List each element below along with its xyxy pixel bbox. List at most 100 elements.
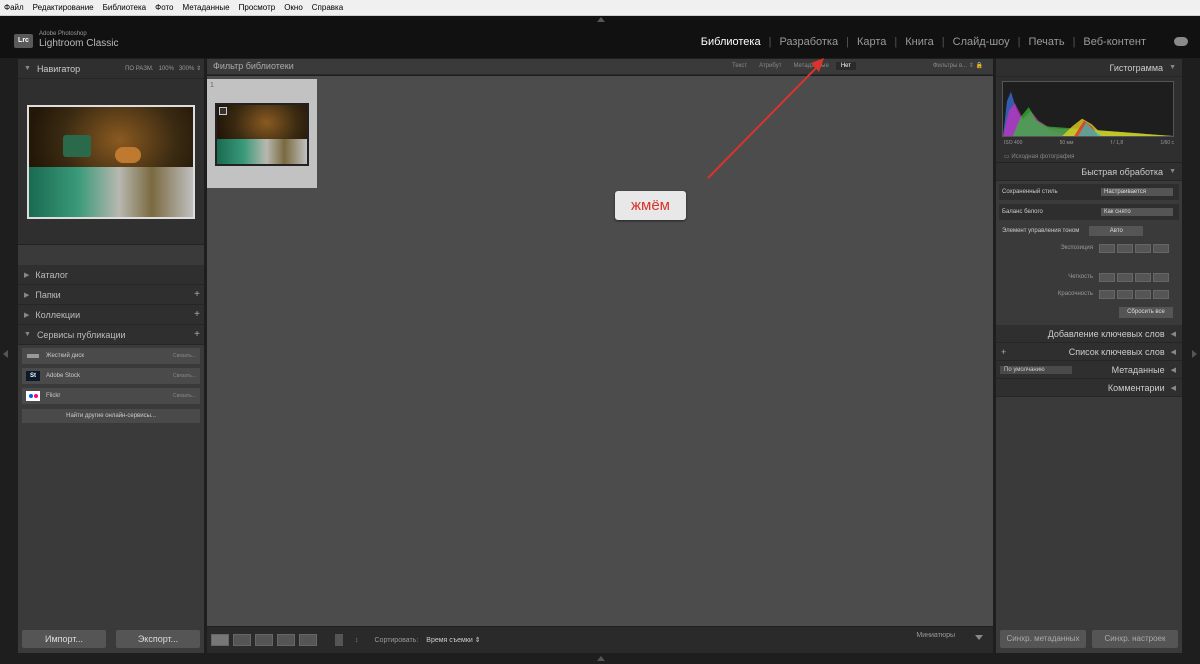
filter-tab-none[interactable]: Нет [835,62,857,70]
survey-view-icon[interactable] [277,634,295,646]
folders-header[interactable]: ▶ Папки + [18,285,204,305]
cell-index: 1 [210,82,214,89]
painter-icon[interactable] [335,634,343,646]
clarity-inc-large[interactable] [1153,272,1169,282]
menu-view[interactable]: Просмотр [235,3,281,12]
clarity-dec-large[interactable] [1099,272,1115,282]
export-button[interactable]: Экспорт... [116,630,200,648]
reset-all-button[interactable]: Сбросить все [1119,307,1173,318]
navigator-preview[interactable] [18,79,204,245]
clarity-inc[interactable] [1135,272,1151,282]
quick-develop-header[interactable]: Быстрая обработка ▼ [996,163,1182,181]
service-setup-link[interactable]: Связать... [173,393,200,399]
people-view-icon[interactable] [299,634,317,646]
navigator-header[interactable]: ▼ Навигатор ПО РАЗМ. 100% 300% ⇕ [18,59,204,79]
module-slideshow[interactable]: Слайд-шоу [945,36,1018,48]
menu-metadata[interactable]: Метаданные [179,3,235,12]
module-develop[interactable]: Разработка [771,36,846,48]
white-balance-value: Как снято [1104,209,1131,215]
filter-tab-attribute[interactable]: Атрибут [754,62,786,70]
keyword-list-header[interactable]: + Список ключевых слов ◀ [996,343,1182,361]
toolbar-options-icon[interactable] [975,635,983,640]
metadata-preset-dropdown[interactable]: По умолчанию [1000,365,1072,374]
compare-view-icon[interactable] [255,634,273,646]
collapse-bottom-icon[interactable] [597,656,605,661]
original-photo-toggle[interactable]: ▭ Исходная фотография [1004,153,1074,160]
module-web[interactable]: Веб-контент [1075,36,1154,48]
module-map[interactable]: Карта [849,36,894,48]
service-setup-link[interactable]: Связать... [173,373,200,379]
exposure-inc-large[interactable] [1153,243,1169,253]
metadata-header[interactable]: По умолчанию Метаданные ◀ [996,361,1182,379]
auto-tone-button[interactable]: Авто [1089,226,1144,236]
publish-service-flickr[interactable]: Flickr Связать... [21,387,201,405]
adobe-stock-icon: St [26,371,40,381]
sync-metadata-button[interactable]: Синхр. метаданных [1000,630,1086,648]
clarity-dec[interactable] [1117,272,1133,282]
saved-preset-dropdown[interactable]: Настраивается [1101,188,1173,196]
import-button[interactable]: Импорт... [22,630,106,648]
module-print[interactable]: Печать [1021,36,1073,48]
add-keyword-icon[interactable]: + [996,347,1006,357]
histogram-header[interactable]: Гистограмма ▼ [996,59,1182,77]
menu-library[interactable]: Библиотека [99,3,152,12]
exposure-dec[interactable] [1117,243,1133,253]
lock-icon[interactable]: 🔒 [976,63,983,69]
grid-view[interactable]: 1 [207,76,993,626]
photo-cat-area [115,146,141,163]
module-library[interactable]: Библиотека [693,36,769,48]
photo-thumbnail[interactable] [215,103,309,166]
vibrance-dec-large[interactable] [1099,289,1115,299]
grid-view-icon[interactable] [211,634,229,646]
collapse-left-icon[interactable] [3,350,8,358]
catalog-header[interactable]: ▶ Каталог [18,265,204,285]
cloud-icon[interactable] [1174,37,1188,46]
loupe-view-icon[interactable] [233,634,251,646]
zoom-fit[interactable]: ПО РАЗМ. 100% 300% ⇕ [125,65,204,72]
lrc-logo: Lrc [14,34,33,48]
publish-service-adobe-stock[interactable]: St Adobe Stock Связать... [21,367,201,385]
histogram-graph[interactable] [1002,81,1174,137]
service-setup-link[interactable]: Связать... [173,353,200,359]
zoom-100[interactable]: 100% [159,66,174,72]
menu-edit[interactable]: Редактирование [29,3,99,12]
collections-header[interactable]: ▶ Коллекции + [18,305,204,325]
sort-dropdown[interactable]: Время съемки ⇕ [426,636,480,644]
publish-services-title: Сервисы публикации [36,329,126,340]
filter-tab-metadata[interactable]: Метаданные [788,62,833,70]
metadata-preset-value: По умолчанию [1004,366,1045,373]
grid-cell[interactable]: 1 [207,79,317,188]
vibrance-dec[interactable] [1117,289,1133,299]
publish-services-header[interactable]: ▼ Сервисы публикации + [18,325,204,345]
filter-tab-text[interactable]: Текст [727,62,752,70]
zoom-fit-label: ПО РАЗМ. [125,66,154,72]
vibrance-inc-large[interactable] [1153,289,1169,299]
menu-photo[interactable]: Фото [151,3,178,12]
add-folder-icon[interactable]: + [194,289,204,300]
find-more-services-button[interactable]: Найти другие онлайн-сервисы... [21,408,201,424]
thumbnail-size-slider[interactable]: Миниатюры [916,632,955,639]
comments-header[interactable]: Комментарии ◀ [996,379,1182,397]
collapse-right-icon[interactable] [1192,350,1197,358]
sync-settings-button[interactable]: Синхр. настроек [1092,630,1178,648]
zoom-300[interactable]: 300% [179,66,194,72]
add-collection-icon[interactable]: + [194,309,204,320]
module-book[interactable]: Книга [897,36,942,48]
publish-service-hard-drive[interactable]: Жесткий диск Связать... [21,347,201,365]
filter-preset-dropdown[interactable]: Фильтры в... ⇕ 🔒 [933,62,983,69]
keyword-list-title: Список ключевых слов [1068,346,1165,357]
vibrance-inc[interactable] [1135,289,1151,299]
keywording-header[interactable]: Добавление ключевых слов ◀ [996,325,1182,343]
brand-line-1: Adobe Photoshop [39,31,87,37]
sort-direction-icon[interactable]: ↕ [355,637,359,644]
white-balance-dropdown[interactable]: Как снято [1101,208,1173,216]
collapse-top-icon[interactable] [597,17,605,22]
sort-label: Сортировать: [374,636,419,644]
disclosure-triangle-icon: ▶ [24,311,30,319]
menu-file[interactable]: Файл [0,3,29,12]
menu-window[interactable]: Окно [280,3,308,12]
exposure-dec-large[interactable] [1099,243,1115,253]
add-publish-icon[interactable]: + [194,329,204,340]
exposure-inc[interactable] [1135,243,1151,253]
menu-help[interactable]: Справка [308,3,348,12]
